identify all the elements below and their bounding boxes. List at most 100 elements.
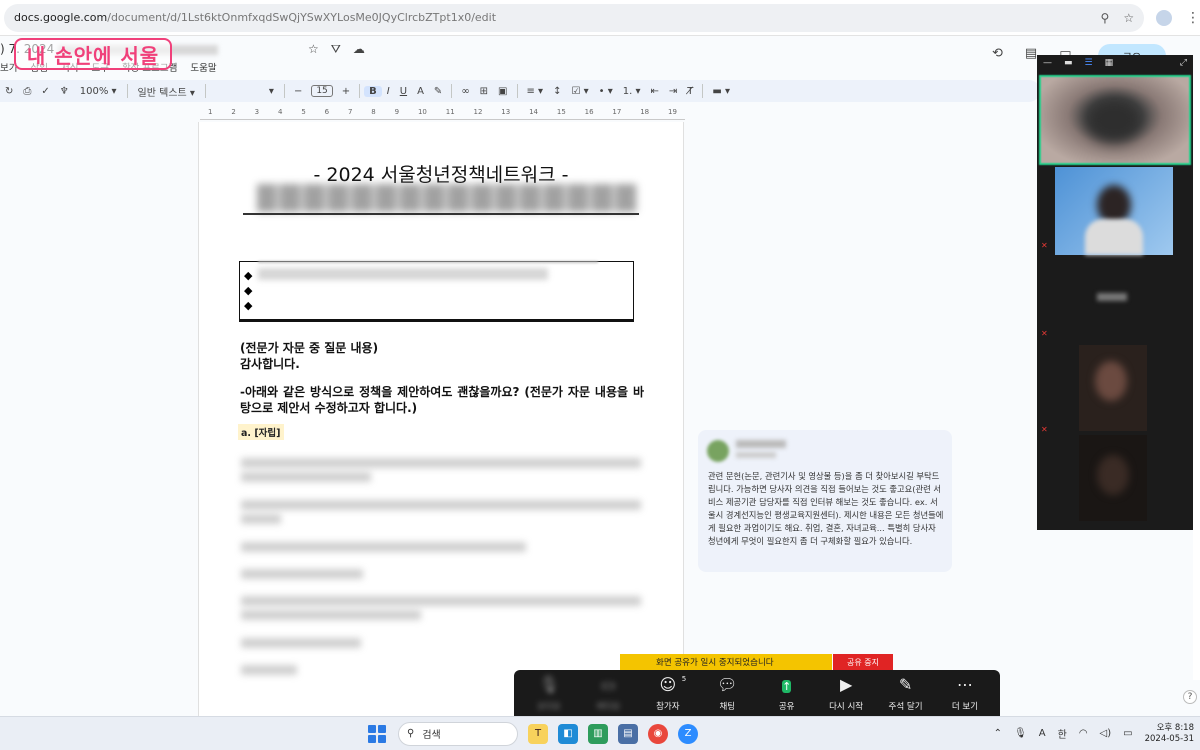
volume-icon[interactable]: ◁) xyxy=(1100,728,1112,739)
ruler-tick: 4 xyxy=(277,108,283,116)
video-tile[interactable] xyxy=(1079,345,1147,431)
clock[interactable]: 오후 8:18 2024-05-31 xyxy=(1145,723,1194,745)
commenter-avatar xyxy=(707,440,729,462)
chat-icon: 💬︎ xyxy=(717,675,738,694)
ime-indicator[interactable]: 한 xyxy=(1058,726,1067,741)
bold-icon[interactable]: B xyxy=(364,85,382,97)
help-icon[interactable]: ? xyxy=(1183,690,1197,704)
summary-box: ◆ ◆ ◆ xyxy=(239,261,634,322)
input-tools-icon[interactable]: ▬ ▾ xyxy=(707,86,735,97)
address-bar[interactable]: docs.google.com/document/d/1Lst6ktOnmfxq… xyxy=(4,3,1145,32)
clear-format-icon[interactable]: T̸ xyxy=(682,86,698,97)
battery-icon[interactable]: ▭ xyxy=(1123,728,1132,739)
history-icon[interactable]: ⟲ xyxy=(992,46,1003,61)
divider xyxy=(516,84,518,98)
app-icon[interactable]: ◧ xyxy=(558,723,578,744)
minimize-icon[interactable]: — xyxy=(1043,58,1052,68)
participants-button[interactable]: ☺ 5 참가자 xyxy=(641,675,695,712)
italic-icon[interactable]: I xyxy=(382,86,395,97)
mic-muted-icon: ✕ xyxy=(1041,241,1048,250)
ruler-tick: 12 xyxy=(473,108,483,116)
gallery-view-icon[interactable]: ▦ xyxy=(1105,58,1114,68)
spreadsheet-icon[interactable]: ▥ xyxy=(588,723,608,744)
increase-indent-icon[interactable]: ⇥ xyxy=(664,86,682,97)
ruler-tick: 18 xyxy=(640,108,650,116)
bookmark-star-icon[interactable]: ☆ xyxy=(1123,11,1134,25)
participant-face-blurred xyxy=(1095,361,1127,401)
participants-icon: ☺ 5 xyxy=(660,675,687,694)
notepad-icon[interactable]: ▤ xyxy=(618,723,638,744)
ruler-tick: 11 xyxy=(445,108,455,116)
taskbar-search[interactable]: ⚲ 검색 xyxy=(398,721,518,746)
profile-avatar[interactable] xyxy=(1156,9,1172,26)
underline-icon[interactable]: U xyxy=(395,86,412,97)
increase-font-icon[interactable]: + xyxy=(337,86,355,97)
ime-a-indicator[interactable]: A xyxy=(1039,728,1046,739)
paint-format-icon[interactable]: ♆ xyxy=(55,86,74,97)
annotate-button[interactable]: ✎ 주석 달기 xyxy=(879,675,933,713)
video-tile[interactable] xyxy=(1055,167,1173,255)
ruler-tick: 19 xyxy=(667,108,677,116)
spellcheck-icon[interactable]: ✓ xyxy=(36,86,54,97)
zoom-icon[interactable]: ⚲ xyxy=(1101,11,1110,25)
text-color-icon[interactable]: A xyxy=(412,86,429,97)
chrome-icon[interactable]: ◉ xyxy=(648,723,668,744)
link-icon[interactable]: ∞ xyxy=(456,86,474,97)
redo-icon[interactable]: ↻ xyxy=(0,86,18,97)
participant-count: 5 xyxy=(681,675,687,683)
numbered-list-icon[interactable]: 1. ▾ xyxy=(618,86,646,97)
redacted-bar xyxy=(258,261,598,263)
zoom-select[interactable]: 100% ▾ xyxy=(74,86,123,97)
align-icon[interactable]: ≡ ▾ xyxy=(522,86,549,97)
add-comment-icon[interactable]: ⊞ xyxy=(475,86,493,97)
video-tile[interactable] xyxy=(1079,435,1147,521)
menu-help[interactable]: 도움말 xyxy=(190,60,216,74)
share-paused-notice: 화면 공유가 일시 중지되었습니다 xyxy=(620,654,832,670)
resume-button[interactable]: ▶ 다시 시작 xyxy=(819,676,873,713)
redacted-paragraph xyxy=(241,472,371,482)
tray-chevron-icon[interactable]: ⌃ xyxy=(994,728,1002,739)
kakaotalk-icon[interactable]: T xyxy=(528,723,548,744)
speaker-view-icon[interactable]: ▬ xyxy=(1064,58,1073,68)
document-page[interactable]: - 2024 서울청년정책네트워크 - ◆ ◆ ◆ (전문가 자문 중 질문 내… xyxy=(198,122,684,722)
zoom-app-icon[interactable]: Z xyxy=(678,723,698,744)
cloud-status-icon[interactable]: ☁ xyxy=(353,42,365,57)
font-select[interactable]: ▾ xyxy=(210,86,280,97)
video-tile-active-speaker[interactable] xyxy=(1039,75,1191,165)
style-select[interactable]: 일반 텍스트 ▾ xyxy=(132,84,201,99)
strip-view-icon[interactable]: ☰ xyxy=(1085,58,1093,68)
wifi-icon[interactable]: ◠ xyxy=(1079,728,1088,739)
zoom-video-panel[interactable]: — ▬ ☰ ▦ ⤢ ✕ ✕ ✕ xyxy=(1037,55,1193,530)
share-paused-text: 화면 공유가 일시 중지되었습니다 xyxy=(656,658,774,668)
font-size-input[interactable]: 15 xyxy=(311,85,333,97)
more-button[interactable]: ⋯ 더 보기 xyxy=(938,676,992,713)
seoul-logo-stamp: 내 손안에 서울 xyxy=(14,38,172,70)
comments-icon[interactable]: ▤ xyxy=(1025,46,1037,61)
mic-tray-icon[interactable]: 🎙︎ xyxy=(1014,728,1027,739)
chat-button[interactable]: 💬︎ 채팅 xyxy=(700,675,754,713)
audio-button[interactable]: 🎙︎ 오디오 xyxy=(522,676,576,713)
decrease-indent-icon[interactable]: ⇤ xyxy=(646,86,664,97)
share-screen-button[interactable]: ↑ 공유 xyxy=(760,676,814,712)
browser-address-row: docs.google.com/document/d/1Lst6ktOnmfxq… xyxy=(0,0,1200,36)
checklist-icon[interactable]: ☑ ▾ xyxy=(566,86,593,97)
star-icon[interactable]: ☆ xyxy=(308,42,319,57)
highlight-icon[interactable]: ✎ xyxy=(429,86,447,97)
stop-share-button[interactable]: 공유 중지 xyxy=(833,654,893,670)
ruler-tick: 3 xyxy=(254,108,260,116)
move-icon[interactable]: ⛛ xyxy=(331,42,341,57)
comment-card[interactable]: 관련 문헌(논문, 관련기사 및 영상물 등)을 좀 더 찾아보시길 부탁드립니… xyxy=(698,430,952,572)
annotate-label: 주석 달기 xyxy=(888,702,923,712)
windows-start-icon[interactable] xyxy=(368,724,386,743)
video-button[interactable]: ▭ 비디오 xyxy=(581,676,635,713)
pen-icon: ✎ xyxy=(898,675,913,694)
participant-name-redacted xyxy=(1097,293,1127,301)
print-icon[interactable]: ⎙ xyxy=(18,86,36,97)
line-spacing-icon[interactable]: ↕ xyxy=(548,86,566,97)
image-icon[interactable]: ▣ xyxy=(493,86,512,97)
decrease-font-icon[interactable]: − xyxy=(289,86,307,97)
bullet-list-icon[interactable]: • ▾ xyxy=(594,86,618,97)
ruler[interactable]: 1 2 3 4 5 6 7 8 9 10 11 12 13 14 15 16 1… xyxy=(200,108,685,120)
browser-menu-icon[interactable]: ⋮ xyxy=(1186,10,1200,26)
expand-icon[interactable]: ⤢ xyxy=(1180,58,1187,68)
